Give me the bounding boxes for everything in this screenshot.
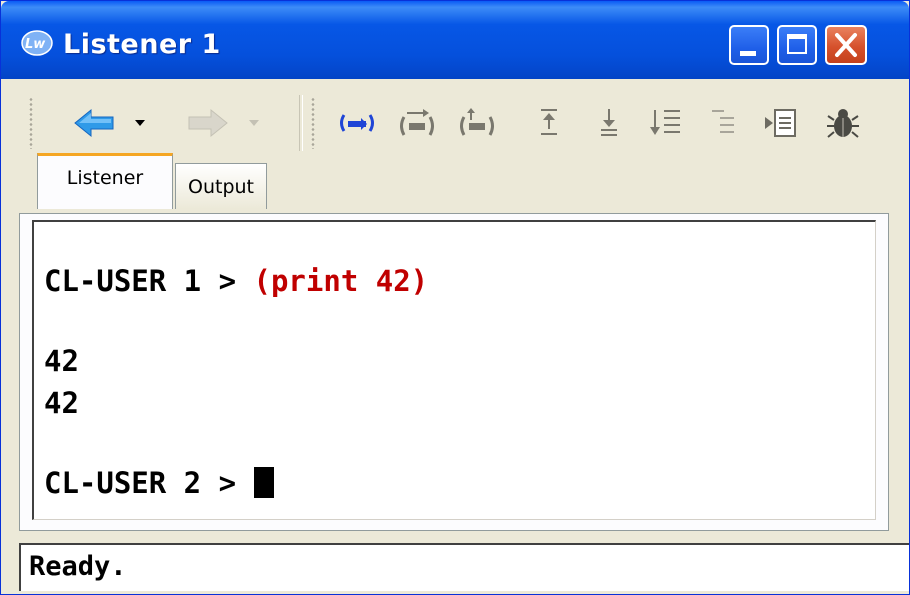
listener-editor[interactable]: CL-USER 1 > (print 42) 42 42 CL-USER 2 > (32, 220, 876, 520)
back-button[interactable] (69, 99, 119, 147)
minimize-button[interactable] (729, 25, 769, 65)
evaluate-previous-icon (457, 108, 497, 138)
inspect-icon (763, 107, 799, 139)
history-first-icon (537, 107, 561, 139)
toolbar-separator (299, 95, 303, 151)
lispworks-logo-icon: Lw (21, 29, 53, 56)
svg-text:Lw: Lw (25, 37, 46, 52)
history-first-button[interactable] (529, 99, 569, 147)
history-list-button[interactable] (643, 99, 687, 147)
close-button[interactable] (825, 25, 867, 65)
prompt-2: CL-USER 2 > (44, 466, 254, 500)
forward-history-dropdown[interactable] (241, 99, 267, 147)
text-cursor (253, 467, 274, 498)
evaluate-previous-button[interactable] (455, 99, 499, 147)
dropdown-icon (134, 119, 146, 127)
listener-window: Lw Listener 1 Listener Output CL-USER 1 … (0, 0, 910, 595)
evaluate-form-icon (337, 112, 377, 134)
prompt-line-1: CL-USER 1 > (print 42) (44, 264, 428, 298)
status-text: Ready. (29, 551, 127, 582)
toolbar (3, 89, 907, 159)
evaluate-next-icon (397, 108, 437, 138)
tab-listener-label: Listener (66, 166, 144, 189)
back-arrow-icon (73, 108, 115, 138)
maximize-button[interactable] (777, 25, 817, 65)
tab-strip: Listener Output (21, 153, 421, 213)
close-icon (834, 32, 858, 62)
command-1: (print 42) (253, 264, 429, 298)
output-line-1: 42 (44, 344, 79, 378)
maximize-icon (787, 34, 807, 54)
title-bar[interactable]: Lw Listener 1 (1, 1, 909, 79)
forward-button[interactable] (183, 99, 233, 147)
evaluate-next-button[interactable] (395, 99, 439, 147)
tab-output-label: Output (188, 175, 254, 198)
debugger-button[interactable] (821, 99, 865, 147)
tab-output[interactable]: Output (175, 163, 267, 209)
history-last-icon (597, 107, 621, 139)
inspect-button[interactable] (759, 99, 803, 147)
back-history-dropdown[interactable] (127, 99, 153, 147)
output-line-2: 42 (44, 386, 79, 420)
tab-listener[interactable]: Listener (37, 153, 173, 209)
history-last-button[interactable] (589, 99, 629, 147)
listener-pane: CL-USER 1 > (print 42) 42 42 CL-USER 2 > (19, 213, 889, 531)
dropdown-icon (248, 119, 260, 127)
window-title: Listener 1 (63, 29, 221, 60)
toolbar-grip[interactable] (311, 97, 315, 149)
evaluate-form-button[interactable] (335, 99, 379, 147)
prompt-line-2: CL-USER 2 > (44, 466, 274, 500)
toolbar-grip[interactable] (29, 97, 33, 149)
indent-list-icon (710, 107, 736, 139)
prompt-1: CL-USER 1 > (44, 264, 254, 298)
forward-arrow-icon (187, 108, 229, 138)
minimize-icon (740, 51, 756, 56)
indent-list-button[interactable] (703, 99, 743, 147)
history-list-icon (648, 107, 682, 139)
debugger-bug-icon (826, 106, 860, 140)
status-bar: Ready. (19, 543, 909, 591)
